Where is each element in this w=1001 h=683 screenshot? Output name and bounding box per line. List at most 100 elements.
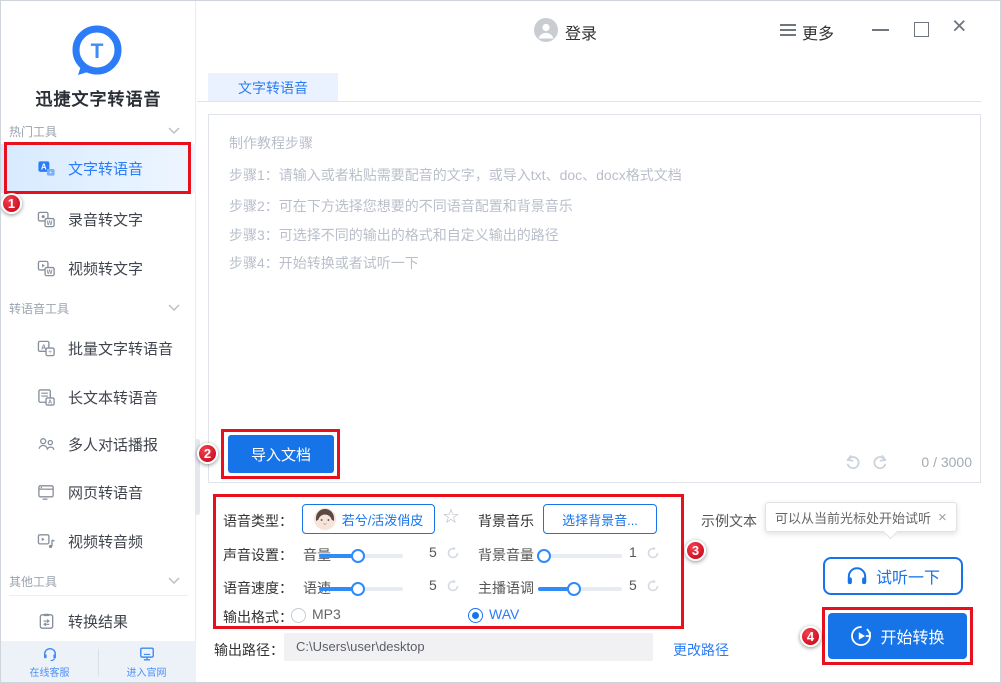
editor-placeholder-title: 制作教程步骤 bbox=[229, 133, 313, 153]
editor-placeholder-step: 步骤2：可在下方选择您想要的不同语音配置和背景音乐 bbox=[229, 196, 573, 216]
svg-text:+: + bbox=[49, 170, 52, 176]
radio-wav[interactable] bbox=[468, 608, 483, 623]
bgm-select-button[interactable]: 选择背景音... bbox=[543, 504, 657, 534]
sample-tooltip: 可以从当前光标处开始试听 × bbox=[765, 502, 957, 532]
audio-to-text-icon: W bbox=[37, 210, 56, 229]
mp3-label[interactable]: MP3 bbox=[312, 606, 341, 622]
sidebar-item-batch-text-to-speech[interactable]: A + 批量文字转语音 bbox=[1, 328, 196, 368]
user-avatar[interactable] bbox=[534, 18, 558, 47]
annotation-badge-4: 4 bbox=[800, 626, 821, 647]
output-format-label: 输出格式： bbox=[223, 607, 293, 627]
volume-reset-icon[interactable] bbox=[446, 546, 460, 565]
headphones-icon bbox=[846, 566, 868, 586]
svg-text:A: A bbox=[48, 399, 52, 405]
listen-preview-button[interactable]: 试听一下 bbox=[823, 557, 963, 595]
chevron-down-icon bbox=[168, 304, 180, 312]
tab-strip-divider bbox=[197, 101, 981, 102]
app-title: 迅捷文字转语音 bbox=[1, 85, 196, 110]
sidebar-item-label: 转换结果 bbox=[68, 611, 128, 632]
sidebar: T 迅捷文字转语音 热门工具 A + 文字转语音 W 录音转文字 bbox=[1, 1, 196, 683]
more-menu-icon[interactable] bbox=[780, 24, 796, 36]
voice-type-label: 语音类型： bbox=[223, 511, 293, 531]
editor-placeholder-step: 步骤1：请输入或者粘贴需要配音的文字，或导入txt、doc、docx格式文档 bbox=[229, 165, 682, 185]
online-service-button[interactable]: 在线客服 bbox=[1, 641, 98, 683]
sidebar-divider bbox=[9, 595, 188, 596]
close-button[interactable]: × bbox=[952, 14, 967, 39]
svg-text:W: W bbox=[47, 269, 53, 276]
output-path-field[interactable]: C:\Users\user\desktop bbox=[284, 633, 653, 661]
section-label: 热门工具 bbox=[9, 123, 57, 140]
monitor-icon bbox=[139, 646, 155, 662]
text-to-speech-icon: A + bbox=[37, 159, 56, 178]
tooltip-text: 可以从当前光标处开始试听 bbox=[775, 508, 931, 527]
radio-mp3[interactable] bbox=[291, 608, 306, 623]
tooltip-close-icon[interactable]: × bbox=[938, 510, 947, 525]
section-label: 转语音工具 bbox=[9, 300, 69, 317]
speed-slider[interactable] bbox=[319, 582, 403, 596]
volume-slider[interactable] bbox=[319, 549, 403, 563]
sidebar-section-hot-tools[interactable]: 热门工具 bbox=[1, 117, 196, 145]
more-button[interactable]: 更多 bbox=[802, 20, 834, 44]
online-service-label: 在线客服 bbox=[30, 664, 70, 679]
sidebar-item-conversion-results[interactable]: 转换结果 bbox=[1, 601, 196, 641]
bg-volume-slider[interactable] bbox=[538, 549, 622, 563]
wav-label[interactable]: WAV bbox=[489, 606, 519, 622]
annotation-badge-3: 3 bbox=[685, 540, 706, 561]
official-site-label: 进入官网 bbox=[127, 664, 167, 679]
bg-volume-reset-icon[interactable] bbox=[646, 546, 660, 565]
results-icon bbox=[37, 612, 56, 631]
annotation-badge-1: 1 bbox=[1, 193, 22, 214]
sidebar-item-label: 视频转文字 bbox=[68, 258, 143, 279]
headset-icon bbox=[42, 646, 58, 662]
sidebar-item-multi-person-dialog[interactable]: 多人对话播报 bbox=[1, 424, 196, 464]
sidebar-item-label: 视频转音频 bbox=[68, 531, 143, 552]
tab-text-to-speech[interactable]: 文字转语音 bbox=[208, 73, 338, 102]
sidebar-item-long-text-to-speech[interactable]: A 长文本转语音 bbox=[1, 377, 196, 417]
pitch-label: 主播语调 bbox=[478, 578, 534, 598]
login-button[interactable]: 登录 bbox=[565, 20, 597, 44]
batch-tts-icon: A + bbox=[37, 339, 56, 358]
speed-value: 5 bbox=[429, 577, 437, 593]
multi-person-icon bbox=[37, 435, 56, 454]
sidebar-item-video-to-audio[interactable]: 视频转音频 bbox=[1, 521, 196, 561]
sidebar-section-tts-tools[interactable]: 转语音工具 bbox=[1, 294, 196, 322]
sidebar-item-video-to-text[interactable]: W 视频转文字 bbox=[1, 248, 196, 288]
sidebar-footer: 在线客服 进入官网 bbox=[1, 641, 196, 683]
char-counter: 0 / 3000 bbox=[894, 454, 972, 470]
minimize-button[interactable] bbox=[872, 29, 889, 31]
play-convert-icon bbox=[850, 625, 872, 647]
voice-select-button[interactable]: 若兮/活泼俏皮 bbox=[302, 504, 435, 534]
speed-reset-icon[interactable] bbox=[446, 579, 460, 598]
pitch-slider[interactable] bbox=[538, 582, 622, 596]
sidebar-section-other-tools[interactable]: 其他工具 bbox=[1, 567, 196, 595]
sidebar-item-label: 多人对话播报 bbox=[68, 434, 158, 455]
webpage-tts-icon bbox=[37, 483, 56, 502]
long-text-tts-icon: A bbox=[37, 388, 56, 407]
bg-volume-value: 1 bbox=[629, 544, 637, 560]
import-document-button[interactable]: 导入文档 bbox=[228, 435, 334, 473]
pitch-reset-icon[interactable] bbox=[646, 579, 660, 598]
sidebar-item-text-to-speech[interactable]: A + 文字转语音 bbox=[1, 144, 196, 193]
undo-icon[interactable] bbox=[844, 453, 862, 476]
svg-text:A: A bbox=[41, 163, 47, 172]
change-path-link[interactable]: 更改路径 bbox=[673, 640, 729, 660]
app-window: T 迅捷文字转语音 热门工具 A + 文字转语音 W 录音转文字 bbox=[0, 0, 1001, 683]
editor-placeholder-step: 步骤3：可选择不同的输出的格式和自定义输出的路径 bbox=[229, 225, 559, 245]
sidebar-item-label: 长文本转语音 bbox=[68, 387, 158, 408]
bgm-label: 背景音乐 bbox=[478, 511, 534, 531]
sidebar-item-label: 录音转文字 bbox=[68, 209, 143, 230]
official-site-button[interactable]: 进入官网 bbox=[98, 641, 195, 683]
sidebar-item-webpage-to-speech[interactable]: 网页转语音 bbox=[1, 472, 196, 512]
start-convert-button[interactable]: 开始转换 bbox=[828, 613, 967, 659]
sidebar-item-label: 网页转语音 bbox=[68, 482, 143, 503]
chevron-down-icon bbox=[168, 127, 180, 135]
volume-value: 5 bbox=[429, 544, 437, 560]
redo-icon[interactable] bbox=[871, 453, 889, 476]
favorite-star-icon[interactable]: ☆ bbox=[442, 507, 460, 527]
app-logo-icon: T bbox=[68, 25, 126, 84]
sidebar-item-label: 批量文字转语音 bbox=[68, 338, 173, 359]
sidebar-item-audio-to-text[interactable]: W 录音转文字 bbox=[1, 199, 196, 239]
speech-speed-label: 语音速度： bbox=[223, 578, 293, 598]
maximize-button[interactable] bbox=[914, 22, 929, 37]
voice-avatar bbox=[314, 508, 336, 530]
